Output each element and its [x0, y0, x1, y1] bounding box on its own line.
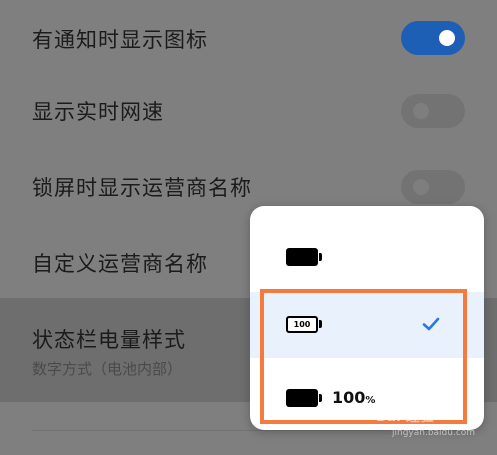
setting-row-notification-icons[interactable]: 有通知时显示图标	[0, 12, 497, 66]
baidu-watermark: Bai 经验 jingyan.baidu.com	[372, 404, 492, 444]
network-speed-toggle[interactable]	[401, 94, 465, 128]
toggle-knob	[413, 103, 429, 119]
watermark-url: jingyan.baidu.com	[392, 428, 476, 438]
notification-icons-toggle[interactable]	[401, 21, 465, 55]
setting-label: 有通知时显示图标	[32, 28, 208, 52]
setting-label: 显示实时网速	[32, 100, 164, 124]
lockscreen-carrier-toggle[interactable]	[401, 170, 465, 204]
setting-row-network-speed[interactable]: 显示实时网速	[0, 84, 497, 138]
toggle-knob	[439, 30, 455, 46]
setting-label: 锁屏时显示运营商名称	[32, 176, 252, 200]
setting-row-lockscreen-carrier[interactable]: 锁屏时显示运营商名称	[0, 158, 497, 212]
option-battery-icon[interactable]	[250, 206, 484, 292]
battery-icon	[286, 248, 318, 266]
setting-label: 状态栏电量样式	[32, 328, 186, 352]
battery-tip-icon	[319, 253, 322, 261]
setting-sublabel: 数字方式（电池内部）	[32, 360, 183, 378]
setting-label: 自定义运营商名称	[32, 252, 208, 276]
toggle-knob	[413, 179, 429, 195]
watermark-logo-text: Bai 经验	[376, 409, 434, 425]
